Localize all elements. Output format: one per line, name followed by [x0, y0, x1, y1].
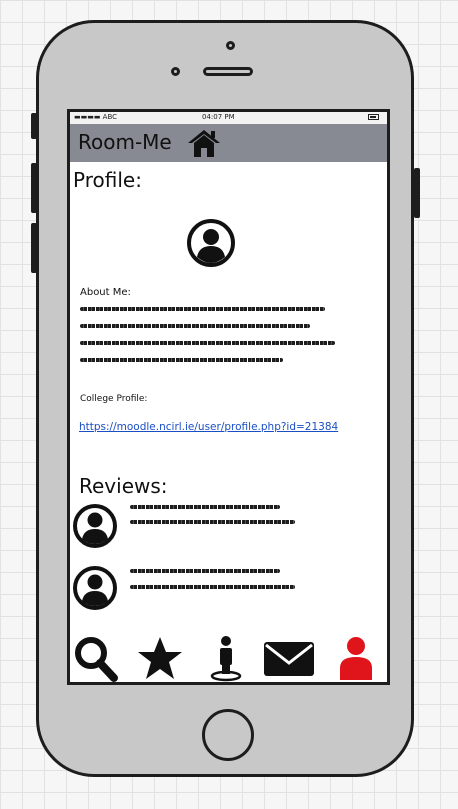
home-icon[interactable]	[186, 128, 222, 158]
app-header: Room-Me	[70, 124, 387, 162]
user-circle-icon	[73, 504, 117, 548]
college-profile-link[interactable]: https://moodle.ncirl.ie/user/profile.php…	[79, 421, 338, 433]
search-icon[interactable]	[72, 634, 118, 682]
about-text-line	[80, 307, 325, 311]
user-circle-icon	[187, 219, 235, 267]
about-text-line	[80, 324, 310, 328]
proximity-sensor	[171, 67, 180, 76]
home-button[interactable]	[202, 709, 254, 761]
review-text-line	[130, 520, 295, 524]
volume-up-button	[31, 163, 37, 213]
user-circle-icon	[73, 566, 117, 610]
college-profile-label: College Profile:	[80, 394, 148, 404]
profile-icon[interactable]	[332, 634, 380, 682]
volume-down-button	[31, 223, 37, 273]
mute-switch	[31, 113, 37, 139]
status-bar: ▬▬▬▬ ABC 04:07 PM	[70, 112, 387, 124]
review-text-line	[130, 505, 280, 509]
app-title: Room-Me	[78, 130, 172, 154]
star-icon[interactable]	[136, 634, 184, 682]
status-time: 04:07 PM	[202, 113, 235, 121]
about-me-label: About Me:	[80, 287, 131, 298]
about-text-line	[80, 341, 335, 345]
battery-icon	[368, 114, 379, 120]
mail-icon[interactable]	[262, 634, 316, 682]
profile-heading: Profile:	[73, 168, 142, 192]
screen: ▬▬▬▬ ABC 04:07 PM Room-Me Profile: About…	[67, 109, 390, 685]
bottom-tab-bar	[70, 632, 387, 682]
phone-frame: ▬▬▬▬ ABC 04:07 PM Room-Me Profile: About…	[31, 20, 420, 777]
reviews-heading: Reviews:	[79, 474, 168, 498]
person-location-icon[interactable]	[202, 634, 250, 682]
earpiece-speaker	[203, 67, 253, 76]
power-button	[414, 168, 420, 218]
about-text-line	[80, 358, 283, 362]
review-text-line	[130, 569, 280, 573]
carrier-signal: ▬▬▬▬ ABC	[74, 113, 118, 121]
review-text-line	[130, 585, 295, 589]
front-camera	[226, 41, 235, 50]
